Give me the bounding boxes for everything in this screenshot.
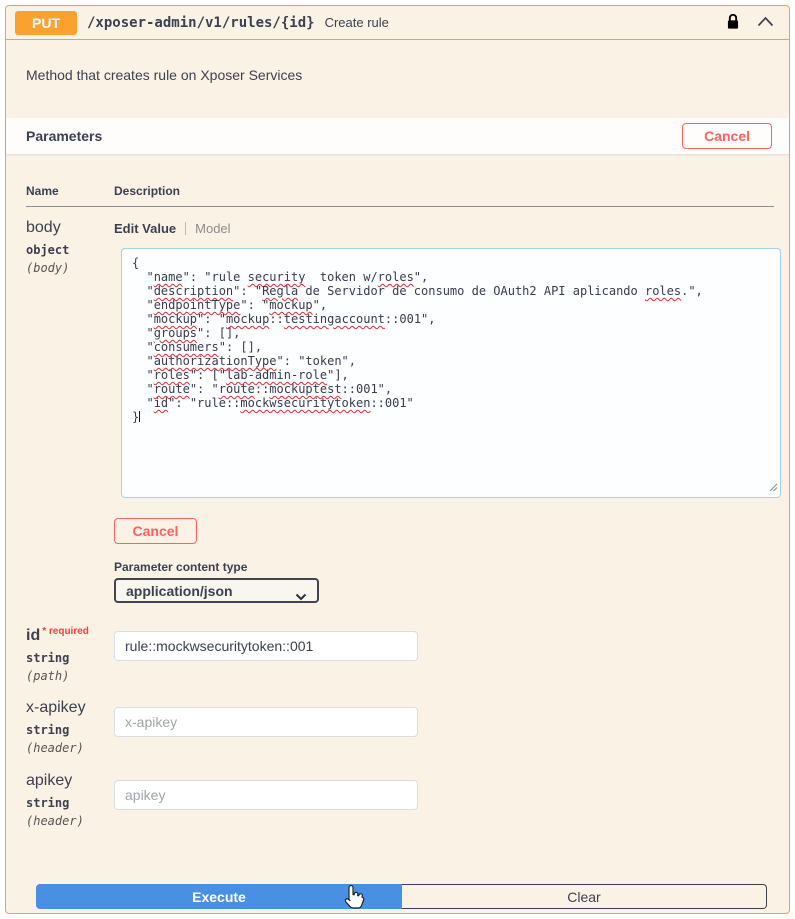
param-name-apikey: apikey [26,772,73,789]
collapse-operation-button[interactable] [754,15,777,30]
body-json-editor[interactable]: { "name": "rule security token w/roles",… [121,248,781,498]
http-method-badge: PUT [15,10,77,35]
chevron-up-icon [757,15,774,30]
table-row-x-apikey-param: x-apikey string (header) [26,699,774,755]
param-name-x-apikey: x-apikey [26,699,86,716]
param-location-apikey: (header) [26,814,84,828]
table-row-body-param: body object (body) Edit Value Model { "n… [26,207,781,603]
parameter-content-type-label: Parameter content type [114,560,248,574]
body-editor-tabs: Edit Value Model [114,219,774,236]
param-location-body: (body) [26,261,70,275]
parameters-table-header: Name Description [26,184,774,207]
textarea-resize-grip[interactable] [769,481,778,495]
cancel-try-out-button[interactable]: Cancel [682,123,772,149]
param-name-id: id * required [26,626,89,644]
text-caret [139,411,141,422]
lock-icon [725,12,741,34]
param-type-x-apikey: string [26,723,70,737]
auth-lock-button[interactable] [722,12,744,34]
required-flag: * required [42,626,89,637]
column-header-name: Name [26,184,59,198]
parameters-title: Parameters [26,128,103,144]
tab-model[interactable]: Model [195,221,230,236]
param-type-body: object [26,243,70,257]
clear-button[interactable]: Clear [402,884,767,909]
tab-edit-value[interactable]: Edit Value [114,221,176,236]
table-row-id-param: id * required string (path) [26,623,774,683]
endpoint-summary: Create rule [324,15,389,30]
operation-description: Method that creates rule on Xposer Servi… [26,67,303,83]
execute-button[interactable]: Execute [36,884,402,909]
cancel-body-edit-button[interactable]: Cancel [114,518,197,544]
endpoint-path: /xposer-admin/v1/rules/{id} [87,14,315,31]
parameters-section-header: Parameters Cancel [6,118,789,154]
param-name-body: body [26,219,61,236]
id-input[interactable] [114,631,418,661]
content-type-value: application/json [126,582,233,599]
tab-divider [185,222,187,235]
param-type-id: string [26,651,70,665]
execute-actions-row: Execute Clear [36,884,767,909]
column-header-description: Description [114,184,181,198]
parameters-table: Name Description body object (body) Edit… [6,154,789,909]
table-row-apikey-param: apikey string (header) [26,772,774,828]
content-type-select[interactable]: application/json [114,578,319,603]
x-apikey-input[interactable] [114,707,418,737]
chevron-down-icon [295,588,307,604]
param-location-id: (path) [26,669,70,683]
param-type-apikey: string [26,796,70,810]
operation-summary-bar[interactable]: PUT /xposer-admin/v1/rules/{id} Create r… [6,6,789,40]
put-operation-block: PUT /xposer-admin/v1/rules/{id} Create r… [5,5,790,914]
param-location-x-apikey: (header) [26,741,84,755]
apikey-input[interactable] [114,780,418,810]
